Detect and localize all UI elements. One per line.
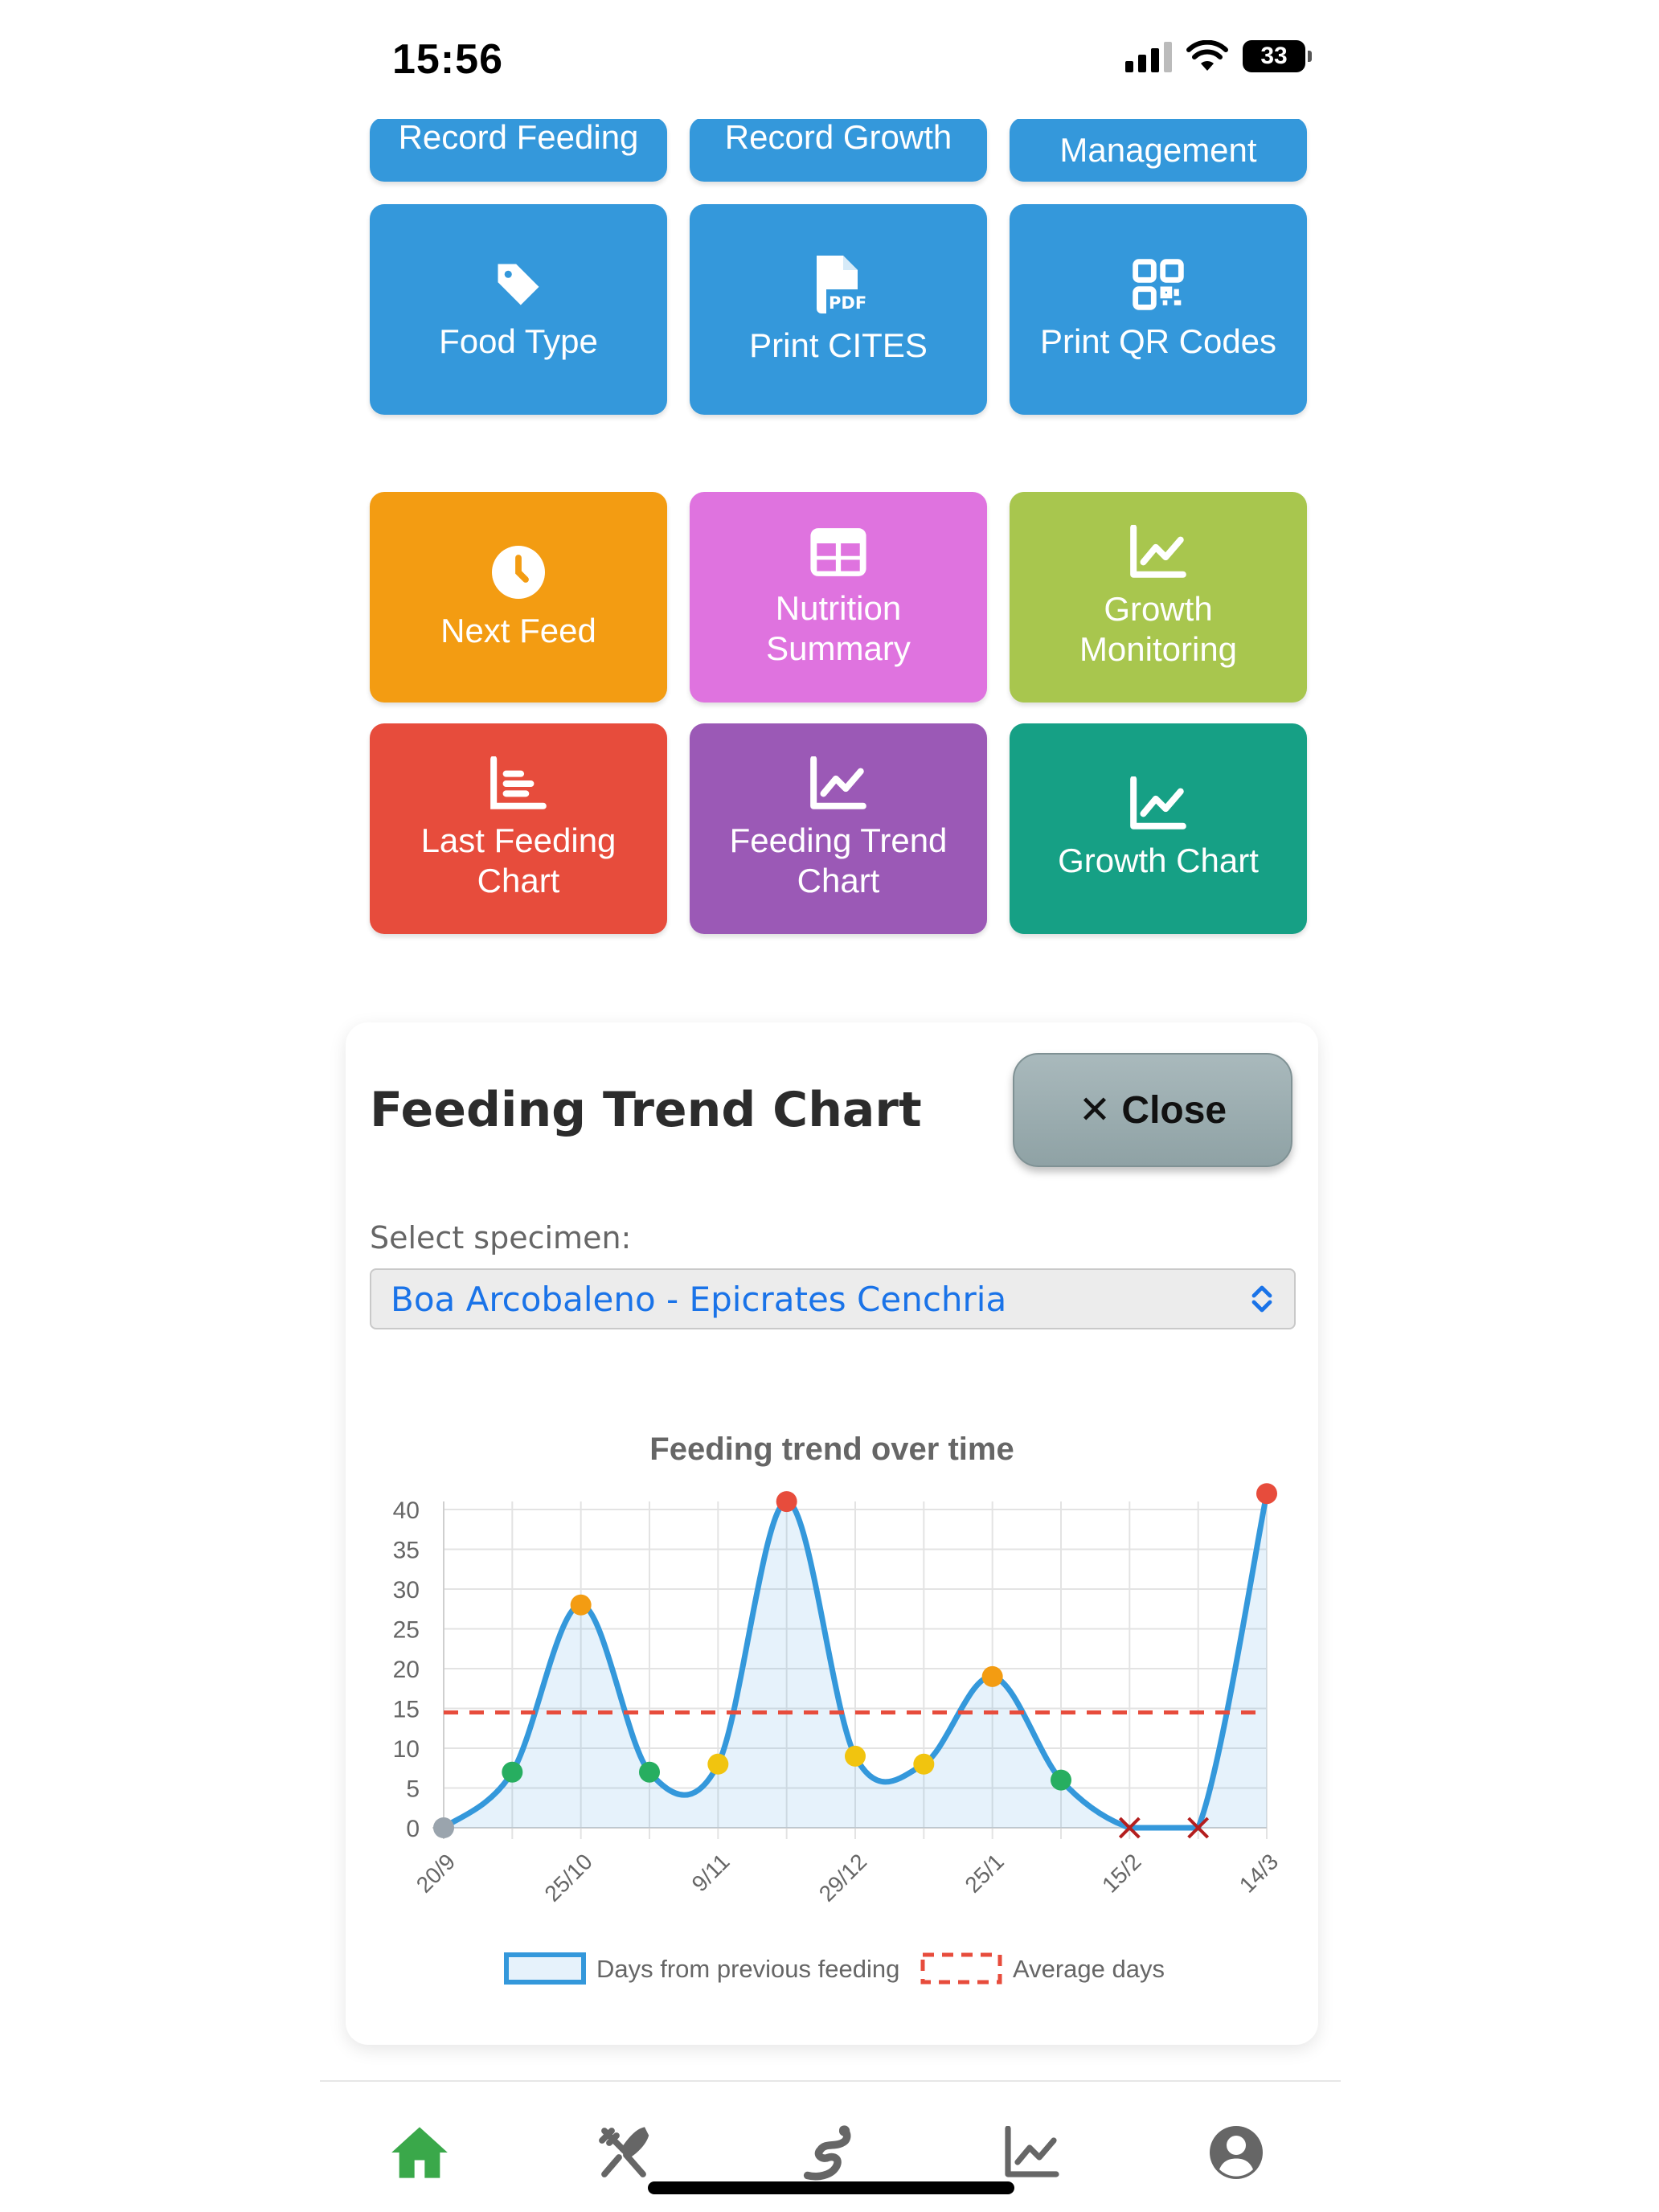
tile-label: Record Growth (724, 118, 952, 156)
x-tick-label: 9/11 (687, 1849, 735, 1896)
legend-swatch-average (920, 1952, 1002, 1985)
growth-monitoring-tile[interactable]: Growth Monitoring (1010, 492, 1307, 703)
chevron-up-down-icon (1251, 1285, 1272, 1313)
status-icons: 33 (1125, 40, 1312, 72)
line-chart-icon (809, 756, 868, 811)
line-chart-icon (1005, 2126, 1059, 2177)
x-tick-label: 20/9 (412, 1849, 460, 1897)
x-tick-label: 15/2 (1097, 1849, 1145, 1897)
data-point (981, 1665, 1003, 1687)
y-tick-label: 25 (393, 1617, 420, 1644)
fork-knife-icon (599, 2127, 649, 2177)
tile-label: Print CITES (749, 326, 928, 364)
tile-label: Nutrition Summary (766, 589, 911, 667)
management-tile[interactable]: Management (1010, 117, 1307, 182)
chart-title: Feeding trend over time (649, 1432, 1014, 1467)
qr-code-icon (1131, 257, 1186, 312)
data-point (776, 1491, 797, 1513)
line-chart-icon (1129, 776, 1188, 831)
battery-icon: 33 (1243, 40, 1312, 72)
print-qr-codes-tile[interactable]: Print QR Codes (1010, 204, 1307, 415)
status-bar: 15:56 33 (0, 0, 1659, 119)
data-point (639, 1761, 660, 1783)
tile-label: Growth Monitoring (1079, 590, 1238, 668)
data-point (707, 1753, 729, 1775)
specimen-select-value: Boa Arcobaleno - Epicrates Cenchria (391, 1279, 1007, 1319)
data-point (913, 1753, 935, 1775)
data-point (502, 1761, 523, 1783)
data-point (433, 1817, 454, 1838)
select-specimen-label: Select specimen: (370, 1220, 632, 1256)
record-growth-tile[interactable]: Record Growth (690, 117, 987, 182)
home-icon (391, 2127, 448, 2178)
line-chart-icon (1129, 525, 1188, 580)
x-tick-label: 14/3 (1235, 1849, 1283, 1897)
next-feed-tile[interactable]: Next Feed (370, 492, 667, 703)
feeding-trend-chart: Feeding trend over time 0 5 10 15 20 25 30 35 40 2… (393, 1432, 1283, 1985)
y-tick-label: 5 (406, 1776, 420, 1803)
home-indicator (648, 2181, 1014, 2194)
tile-label: Next Feed (440, 612, 596, 649)
clock-icon (490, 543, 547, 601)
y-tick-label: 10 (393, 1736, 420, 1763)
growth-chart-tile[interactable]: Growth Chart (1010, 723, 1307, 934)
data-point (1256, 1483, 1277, 1505)
legend-label-days: Days from previous feeding (596, 1955, 899, 1983)
x-tick-label: 25/10 (539, 1849, 596, 1906)
x-tick-label: 29/12 (814, 1849, 871, 1906)
specimen-select[interactable]: Boa Arcobaleno - Epicrates Cenchria (370, 1268, 1296, 1329)
tile-label: Record Feeding (398, 118, 639, 156)
nutrition-summary-tile[interactable]: Nutrition Summary (690, 492, 987, 703)
record-feeding-tile[interactable]: Record Feeding (370, 117, 667, 182)
cellular-signal-icon (1125, 40, 1172, 72)
nav-feeding[interactable] (592, 2120, 656, 2185)
legend-label-average: Average days (1013, 1955, 1165, 1983)
data-point (570, 1594, 592, 1616)
data-point (845, 1745, 866, 1767)
nav-profile[interactable] (1204, 2120, 1268, 2185)
bar-chart-icon (489, 756, 548, 811)
tile-label: Feeding Trend Chart (729, 821, 948, 899)
x-tick-label: 25/1 (960, 1849, 1008, 1897)
tile-label: Management (1059, 131, 1257, 169)
print-cites-tile[interactable]: PDF Print CITES (690, 204, 987, 415)
user-avatar-icon (1210, 2126, 1263, 2179)
feeding-trend-chart-tile[interactable]: Feeding Trend Chart (690, 723, 987, 934)
food-type-tile[interactable]: Food Type (370, 204, 667, 415)
y-tick-label: 40 (393, 1497, 420, 1524)
nav-specimens[interactable] (796, 2120, 860, 2185)
tag-icon (491, 257, 546, 312)
svg-text:PDF: PDF (829, 293, 866, 313)
tile-label: Last Feeding Chart (420, 821, 616, 899)
pdf-file-icon: PDF (809, 253, 868, 316)
tile-label: Food Type (439, 322, 598, 360)
table-icon (808, 526, 869, 579)
tile-label: Growth Chart (1058, 842, 1259, 879)
battery-level: 33 (1260, 43, 1288, 69)
data-point (1051, 1769, 1071, 1791)
y-tick-label: 30 (393, 1577, 420, 1604)
wifi-icon (1186, 40, 1228, 71)
y-tick-label: 20 (393, 1657, 420, 1683)
nav-charts[interactable] (1000, 2120, 1064, 2185)
nav-home[interactable] (387, 2120, 452, 2185)
close-button[interactable]: ✕ Close (1013, 1053, 1292, 1167)
card-title: Feeding Trend Chart (370, 1082, 922, 1138)
y-tick-label: 35 (393, 1538, 420, 1564)
snake-icon (803, 2125, 851, 2181)
y-tick-label: 15 (393, 1697, 420, 1723)
tile-label: Print QR Codes (1039, 322, 1277, 360)
status-time: 15:56 (392, 36, 503, 83)
legend-swatch-days (504, 1952, 586, 1985)
last-feeding-chart-tile[interactable]: Last Feeding Chart (370, 723, 667, 934)
y-tick-label: 0 (406, 1816, 420, 1842)
